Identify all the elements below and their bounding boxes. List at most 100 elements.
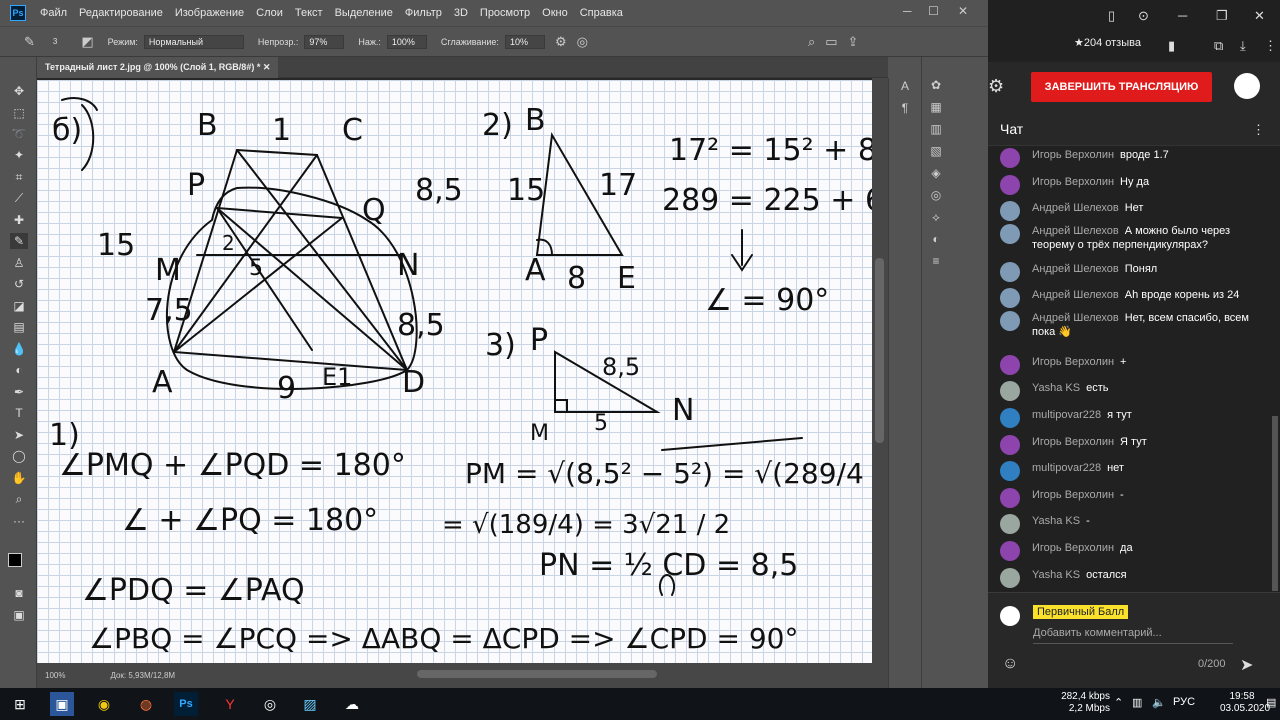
menu-file[interactable]: Файл (34, 7, 73, 19)
emoji-icon[interactable]: ☺ (1002, 655, 1018, 673)
menu-text[interactable]: Текст (289, 7, 329, 19)
author-name[interactable]: Игорь Верхолин (1032, 542, 1114, 554)
avatar[interactable] (1000, 262, 1020, 282)
account-icon[interactable]: ⊙ (1138, 8, 1149, 24)
document-tab[interactable]: Тетрадный лист 2.jpg @ 100% (Слой 1, RGB… (37, 57, 279, 78)
gear-icon[interactable]: ⚙ (988, 76, 1004, 97)
brush-size-value[interactable]: 3 (53, 37, 57, 46)
horizontal-scrollbar[interactable] (417, 670, 657, 678)
menu-help[interactable]: Справка (574, 7, 629, 19)
history-brush-icon[interactable]: ↺ (10, 276, 28, 292)
brush-tool-icon[interactable]: ✎ (24, 34, 35, 50)
move-tool-icon[interactable]: ✥ (10, 83, 28, 99)
foreground-color-swatch[interactable] (8, 553, 22, 567)
chat-scroll-thumb[interactable] (1272, 416, 1278, 591)
tray-up-icon[interactable]: ⌃ (1114, 696, 1123, 709)
path-select-icon[interactable]: ➤ (10, 427, 28, 443)
pressure-field[interactable]: 100% (386, 34, 427, 49)
author-name[interactable]: Андрей Шелехов (1032, 263, 1119, 275)
avatar[interactable] (1000, 568, 1020, 588)
stamp-tool-icon[interactable]: ♙ (10, 255, 28, 271)
close-icon[interactable]: ✕ (1254, 8, 1265, 24)
photoshop-logo-icon[interactable]: Ps (10, 5, 26, 21)
chat-scrollbar[interactable] (1269, 146, 1280, 591)
avatar[interactable] (1000, 435, 1020, 455)
ellipse-tool-icon[interactable]: ◯ (10, 448, 28, 464)
share-icon[interactable]: ⇪ (848, 34, 859, 50)
more-tools-icon[interactable]: ··· (10, 513, 28, 529)
yandex-icon[interactable]: Y (218, 692, 242, 716)
color-panel-icon[interactable]: ✿ (928, 77, 944, 93)
avatar[interactable] (1000, 355, 1020, 375)
download-icon[interactable]: ⤓ (1240, 38, 1246, 54)
menu-view[interactable]: Просмотр (474, 7, 536, 19)
mode-select[interactable]: Нормальный (143, 34, 244, 49)
character-panel-icon[interactable]: A (897, 78, 913, 94)
author-name[interactable]: Игорь Верхолин (1032, 176, 1114, 188)
brush-tool-icon[interactable]: ✎ (10, 233, 28, 249)
pen-tool-icon[interactable]: ✒ (10, 384, 28, 400)
menu-window[interactable]: Окно (536, 7, 574, 19)
keyboard-lang[interactable]: РУС (1173, 696, 1195, 708)
clock[interactable]: 19:58 03.05.2020 (1220, 691, 1270, 715)
avatar[interactable] (1000, 288, 1020, 308)
layers-panel-icon[interactable]: ◈ (928, 165, 944, 181)
magic-wand-tool-icon[interactable]: ✦ (10, 147, 28, 163)
windows-start-icon[interactable]: ⊞ (8, 692, 32, 716)
menu-icon[interactable]: ⋮ (1264, 38, 1277, 54)
eraser-tool-icon[interactable]: ◪ (10, 298, 28, 314)
workspace-icon[interactable]: ▭ (825, 34, 837, 50)
network-icon[interactable]: ▥ (1132, 696, 1142, 709)
type-tool-icon[interactable]: T (10, 405, 28, 421)
blur-tool-icon[interactable]: 💧 (10, 341, 28, 357)
avatar[interactable] (1000, 224, 1020, 244)
hand-tool-icon[interactable]: ✋ (10, 470, 28, 486)
app-icon[interactable]: ☁ (340, 692, 364, 716)
save-app-icon[interactable]: ▣ (50, 692, 74, 716)
eyedropper-tool-icon[interactable]: ⟋ (10, 190, 28, 206)
author-name[interactable]: Yasha KS (1032, 569, 1080, 581)
author-name[interactable]: Игорь Верхолин (1032, 436, 1114, 448)
author-name[interactable]: Игорь Верхолин (1032, 489, 1114, 501)
photoshop-taskbar-icon[interactable]: Ps (174, 692, 198, 716)
author-name[interactable]: Yasha KS (1032, 382, 1080, 394)
brush-settings-icon[interactable]: ◩ (81, 34, 93, 50)
bookmark-icon[interactable]: ▮ (1168, 38, 1175, 54)
comment-input[interactable]: Добавить комментарий... (1033, 627, 1162, 639)
gradients-panel-icon[interactable]: ▥ (928, 121, 944, 137)
menu-filter[interactable]: Фильтр (399, 7, 448, 19)
menu-edit[interactable]: Редактирование (73, 7, 169, 19)
properties-panel-icon[interactable]: ≡ (928, 253, 944, 269)
minimize-icon[interactable]: ─ (1178, 8, 1187, 23)
canvas-area[interactable]: б) B 1 C P Q 8,5 15 M N 7,5 5 8,5 A 9 E1 (37, 78, 888, 663)
lasso-tool-icon[interactable]: ➰ (10, 126, 28, 142)
gradient-tool-icon[interactable]: ▤ (10, 319, 28, 335)
avatar[interactable] (1000, 541, 1020, 561)
avatar[interactable] (1000, 201, 1020, 221)
chrome-icon[interactable]: ◉ (92, 692, 116, 716)
menu-image[interactable]: Изображение (169, 7, 250, 19)
symmetry-icon[interactable]: ◎ (577, 34, 588, 50)
search-icon[interactable]: ⌕ (808, 34, 815, 50)
avatar[interactable] (1000, 461, 1020, 481)
avatar[interactable] (1000, 488, 1020, 508)
maximize-icon[interactable]: ☐ (928, 4, 939, 18)
smoothing-field[interactable]: 10% (504, 34, 545, 49)
channels-panel-icon[interactable]: ◎ (928, 187, 944, 203)
zoom-tool-icon[interactable]: ⌕ (10, 491, 28, 507)
author-name[interactable]: Yasha KS (1032, 515, 1080, 527)
dodge-tool-icon[interactable]: ◐ (10, 362, 28, 378)
rating-badge[interactable]: ★204 отзыва (1074, 36, 1141, 49)
adjustments-panel-icon[interactable]: ◐ (928, 231, 944, 247)
opacity-field[interactable]: 97% (304, 34, 345, 49)
author-name[interactable]: Игорь Верхолин (1032, 149, 1114, 161)
notebook-page[interactable]: б) B 1 C P Q 8,5 15 M N 7,5 5 8,5 A 9 E1 (37, 80, 872, 663)
quick-mask-icon[interactable]: ◙ (10, 585, 28, 601)
close-icon[interactable]: ✕ (958, 4, 968, 18)
channel-avatar[interactable] (1234, 73, 1260, 99)
device-icon[interactable]: ▯ (1108, 8, 1115, 24)
avatar[interactable] (1000, 514, 1020, 534)
zoom-level[interactable]: 100% (45, 671, 65, 680)
author-name[interactable]: multipovar228 (1032, 409, 1101, 421)
minimize-icon[interactable]: ─ (903, 4, 912, 18)
